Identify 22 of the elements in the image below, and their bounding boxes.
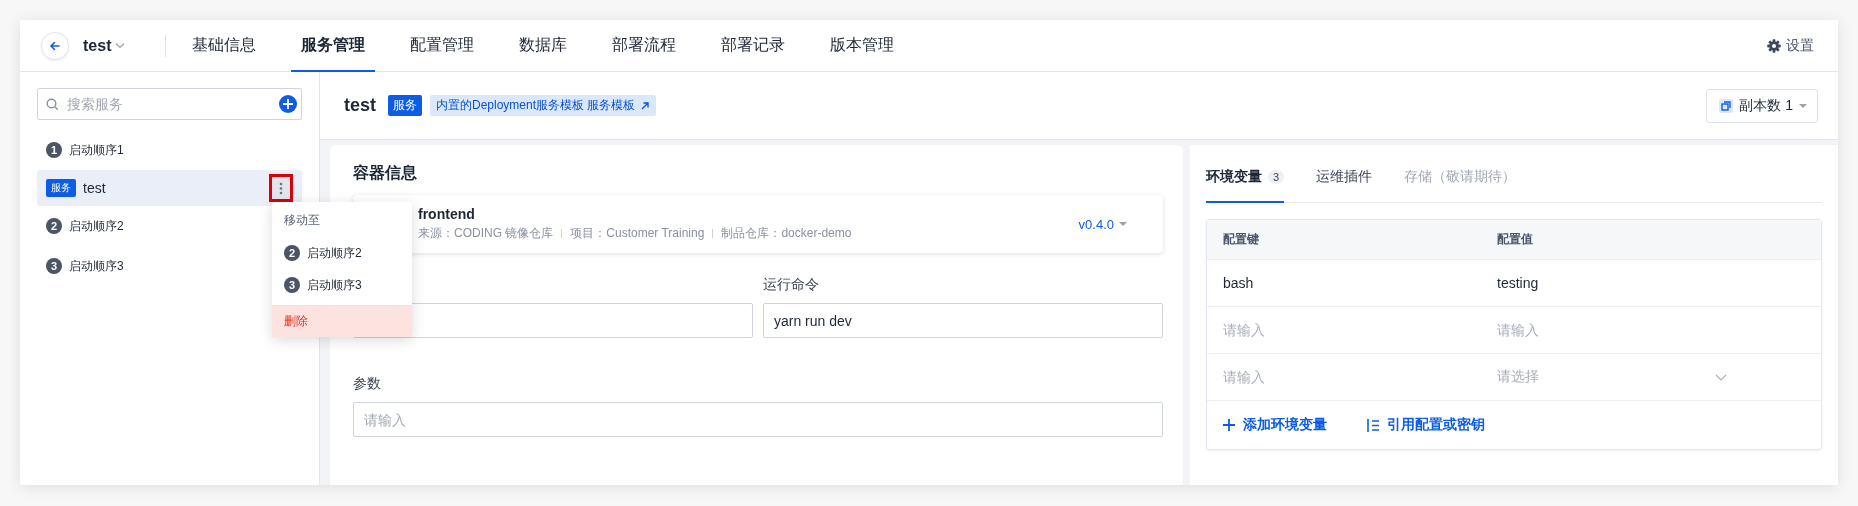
step-number: 3 (46, 258, 62, 274)
column-header: 配置值 (1497, 231, 1534, 248)
service-name: test (83, 180, 106, 196)
step-number: 2 (46, 218, 62, 234)
step-number: 2 (284, 245, 300, 261)
field-label: 运行命令 (763, 275, 820, 294)
image-meta: 来源：CODING 镜像仓库 (418, 225, 554, 242)
image-name: frontend (418, 206, 476, 222)
image-meta: 制品仓库：docker-demo (721, 225, 852, 242)
service-title: test (344, 95, 376, 116)
field-label: 参数 (353, 374, 382, 393)
step-number: 1 (46, 142, 62, 158)
table-cell-text: testing (1497, 275, 1540, 291)
menu-title: 移动至 (283, 212, 321, 229)
table-cell-text: bash (1223, 275, 1255, 291)
count-badge: 3 (1268, 170, 1285, 184)
image-meta: 项目：Customer Training (570, 225, 705, 242)
service-tag: 服务 (46, 179, 76, 197)
column-header: 配置键 (1223, 231, 1260, 248)
step-number: 3 (284, 277, 300, 293)
service-tag: 服务 (388, 95, 422, 116)
section-title: 容器信息 (353, 163, 418, 183)
